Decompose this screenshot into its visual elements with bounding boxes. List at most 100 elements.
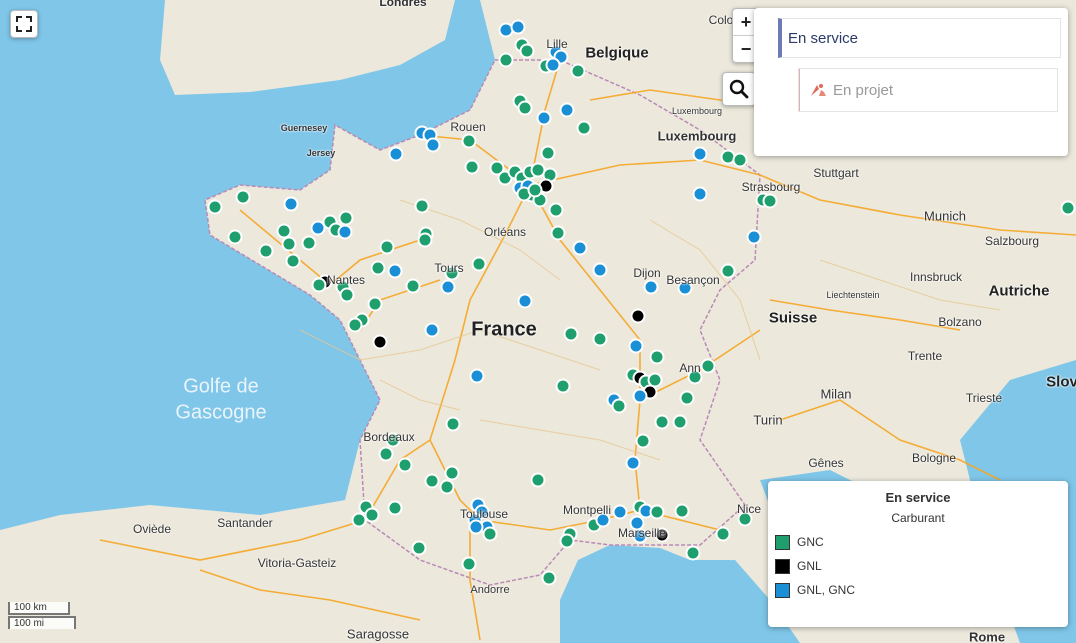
station-marker[interactable] — [628, 338, 644, 354]
station-marker[interactable] — [685, 545, 701, 561]
station-marker[interactable] — [572, 240, 588, 256]
station-marker[interactable] — [517, 293, 533, 309]
station-marker[interactable] — [677, 280, 693, 296]
station-marker[interactable] — [387, 263, 403, 279]
station-marker[interactable] — [461, 133, 477, 149]
station-marker[interactable] — [687, 369, 703, 385]
station-marker[interactable] — [364, 507, 380, 523]
station-marker[interactable] — [519, 43, 535, 59]
station-marker[interactable] — [385, 432, 401, 448]
station-marker[interactable] — [387, 500, 403, 516]
station-marker[interactable] — [464, 159, 480, 175]
station-marker[interactable] — [612, 504, 628, 520]
station-marker[interactable] — [1060, 200, 1076, 216]
station-marker[interactable] — [540, 145, 556, 161]
station-marker[interactable] — [351, 512, 367, 528]
station-marker[interactable] — [424, 322, 440, 338]
station-marker[interactable] — [405, 278, 421, 294]
map-view[interactable]: Londres Lille Colo Belgique Rouen Guerne… — [0, 0, 1076, 643]
station-marker[interactable] — [545, 57, 561, 73]
fullscreen-button[interactable] — [10, 10, 38, 38]
station-marker[interactable] — [468, 519, 484, 535]
station-marker[interactable] — [372, 334, 388, 350]
station-marker[interactable] — [388, 146, 404, 162]
station-marker[interactable] — [654, 414, 670, 430]
station-marker[interactable] — [411, 540, 427, 556]
station-marker[interactable] — [235, 189, 251, 205]
station-marker[interactable] — [629, 515, 645, 531]
station-marker[interactable] — [555, 378, 571, 394]
station-marker[interactable] — [444, 465, 460, 481]
station-marker[interactable] — [737, 511, 753, 527]
station-marker[interactable] — [536, 110, 552, 126]
station-marker[interactable] — [397, 457, 413, 473]
station-marker[interactable] — [548, 202, 564, 218]
station-marker[interactable] — [424, 473, 440, 489]
station-marker[interactable] — [654, 527, 670, 543]
station-marker[interactable] — [732, 152, 748, 168]
search-button[interactable] — [722, 72, 756, 106]
station-marker[interactable] — [632, 388, 648, 404]
station-marker[interactable] — [527, 182, 543, 198]
station-marker[interactable] — [672, 414, 688, 430]
station-marker[interactable] — [276, 223, 292, 239]
station-marker[interactable] — [559, 102, 575, 118]
station-marker[interactable] — [227, 229, 243, 245]
tab-en-projet[interactable]: En projet — [798, 68, 1058, 112]
station-marker[interactable] — [692, 146, 708, 162]
station-marker[interactable] — [692, 186, 708, 202]
station-marker[interactable] — [517, 100, 533, 116]
station-marker[interactable] — [310, 220, 326, 236]
station-marker[interactable] — [700, 358, 716, 374]
station-marker[interactable] — [414, 198, 430, 214]
station-marker[interactable] — [715, 526, 731, 542]
station-marker[interactable] — [643, 279, 659, 295]
station-marker[interactable] — [592, 262, 608, 278]
station-marker[interactable] — [439, 479, 455, 495]
station-marker[interactable] — [679, 390, 695, 406]
station-marker[interactable] — [338, 210, 354, 226]
station-marker[interactable] — [425, 137, 441, 153]
station-marker[interactable] — [550, 225, 566, 241]
station-marker[interactable] — [285, 253, 301, 269]
station-marker[interactable] — [649, 504, 665, 520]
station-marker[interactable] — [379, 239, 395, 255]
station-marker[interactable] — [559, 533, 575, 549]
station-marker[interactable] — [461, 556, 477, 572]
station-marker[interactable] — [510, 19, 526, 35]
station-marker[interactable] — [592, 331, 608, 347]
station-marker[interactable] — [576, 120, 592, 136]
station-marker[interactable] — [281, 236, 297, 252]
station-marker[interactable] — [674, 503, 690, 519]
station-marker[interactable] — [417, 232, 433, 248]
station-marker[interactable] — [498, 22, 514, 38]
station-marker[interactable] — [595, 512, 611, 528]
station-marker[interactable] — [301, 235, 317, 251]
station-marker[interactable] — [469, 368, 485, 384]
station-marker[interactable] — [445, 416, 461, 432]
station-marker[interactable] — [283, 196, 299, 212]
station-marker[interactable] — [530, 472, 546, 488]
station-marker[interactable] — [746, 229, 762, 245]
station-marker[interactable] — [625, 455, 641, 471]
station-marker[interactable] — [339, 287, 355, 303]
station-marker[interactable] — [337, 224, 353, 240]
station-marker[interactable] — [482, 526, 498, 542]
station-marker[interactable] — [720, 149, 736, 165]
station-marker[interactable] — [635, 433, 651, 449]
station-marker[interactable] — [258, 243, 274, 259]
station-marker[interactable] — [720, 263, 736, 279]
station-marker[interactable] — [570, 63, 586, 79]
station-marker[interactable] — [367, 296, 383, 312]
station-marker[interactable] — [649, 349, 665, 365]
station-marker[interactable] — [370, 260, 386, 276]
station-marker[interactable] — [647, 372, 663, 388]
station-marker[interactable] — [471, 256, 487, 272]
station-marker[interactable] — [762, 193, 778, 209]
station-marker[interactable] — [207, 199, 223, 215]
station-marker[interactable] — [311, 277, 327, 293]
station-marker[interactable] — [541, 570, 557, 586]
station-marker[interactable] — [611, 398, 627, 414]
station-marker[interactable] — [630, 308, 646, 324]
station-marker[interactable] — [498, 52, 514, 68]
